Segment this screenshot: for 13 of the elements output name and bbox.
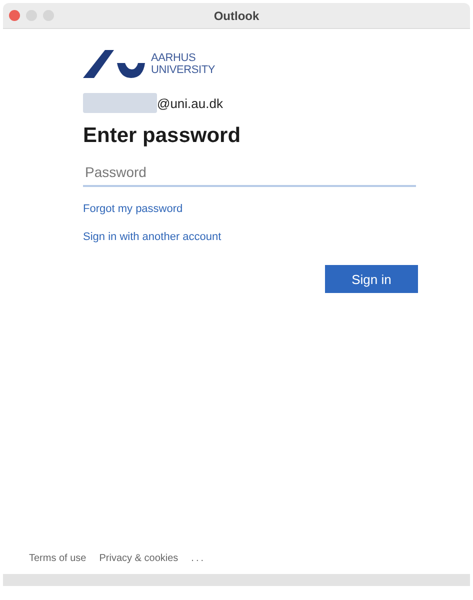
logo-icon — [83, 49, 145, 79]
page-heading: Enter password — [83, 124, 242, 148]
footer-link[interactable]: Privacy & cookies — [99, 553, 178, 564]
close-button[interactable] — [9, 10, 20, 21]
account-email: @uni.au.dk — [157, 96, 223, 110]
window-title: Outlook — [214, 8, 260, 22]
logo-text: UNIVERSITY — [151, 64, 216, 76]
footer-link[interactable]: Terms of use — [29, 553, 86, 564]
more-options-button[interactable]: ... — [191, 553, 206, 564]
text-link[interactable]: Sign in with another account — [83, 231, 222, 243]
text-link[interactable]: Forgot my password — [83, 203, 183, 215]
sign-in-button[interactable]: Sign in — [325, 265, 418, 293]
logo-text: AARHUS — [151, 52, 197, 64]
